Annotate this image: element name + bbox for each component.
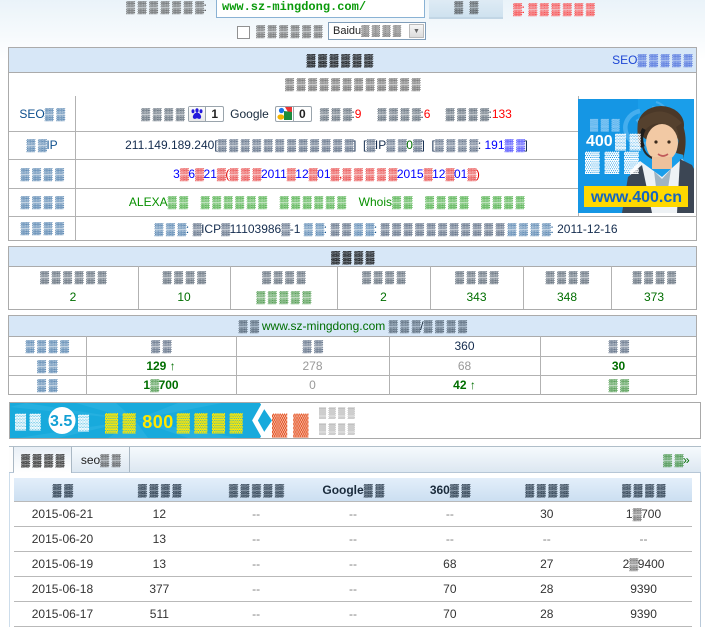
svg-text:▓▓▓: ▓▓▓ (590, 118, 622, 132)
svg-text:▓▓: ▓▓ (15, 413, 44, 431)
svg-text:3.5: 3.5 (50, 413, 72, 430)
svg-text:▓: ▓ (78, 414, 93, 432)
svg-text:www.400.cn: www.400.cn (590, 189, 682, 206)
svg-text:▓▓▓: ▓▓▓ (585, 151, 644, 174)
svg-text:▓▓: ▓▓ (272, 412, 315, 438)
svg-text:400: 400 (586, 133, 613, 150)
svg-text:▓▓: ▓▓ (615, 133, 644, 151)
svg-text:▓▓800▓▓▓▓: ▓▓800▓▓▓▓ (105, 412, 247, 434)
svg-text:▒▒▒▒: ▒▒▒▒ (319, 407, 357, 419)
svg-text:▒▒▒▒: ▒▒▒▒ (319, 423, 357, 435)
